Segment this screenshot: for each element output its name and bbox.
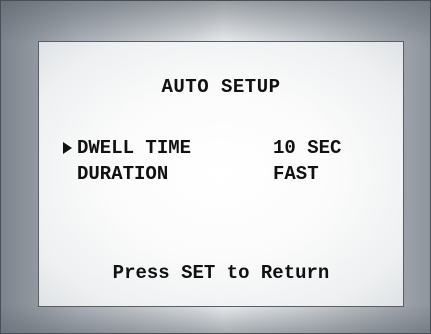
menu-item-value: FAST	[273, 163, 319, 185]
return-hint: Press SET to Return	[112, 262, 330, 284]
menu-item-dwell-time[interactable]: DWELL TIME 10 SEC	[63, 136, 381, 160]
menu-item-value: 10 SEC	[273, 137, 342, 159]
menu-item-duration[interactable]: DURATION FAST	[77, 162, 381, 186]
menu-item-label: DWELL TIME	[77, 137, 192, 159]
selection-cursor-icon	[63, 142, 72, 154]
monitor-bezel: AUTO SETUP DWELL TIME 10 SEC DURATION FA…	[0, 0, 431, 334]
menu-title: AUTO SETUP	[161, 76, 281, 98]
osd-screen: AUTO SETUP DWELL TIME 10 SEC DURATION FA…	[38, 41, 404, 307]
menu-item-label: DURATION	[77, 163, 169, 185]
